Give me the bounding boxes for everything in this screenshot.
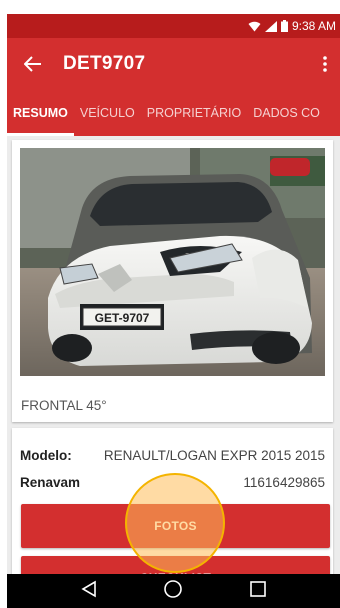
signal-icon bbox=[264, 20, 277, 32]
back-triangle-icon[interactable] bbox=[80, 580, 98, 603]
info-value-modelo: RENAULT/LOGAN EXPR 2015 2015 bbox=[103, 448, 325, 463]
info-value-renavam: 11616429865 bbox=[243, 475, 325, 490]
info-row-modelo: Modelo: RENAULT/LOGAN EXPR 2015 2015 bbox=[20, 448, 325, 463]
photo-card: GET-9707 FRONTAL 45° bbox=[12, 140, 333, 422]
photo-caption: FRONTAL 45° bbox=[21, 398, 107, 413]
recents-square-icon[interactable] bbox=[249, 580, 267, 603]
phone-screen: 9:38 AM DET9707 RESUMO VEÍCULO PROPRIETÁ… bbox=[7, 14, 340, 608]
tab-dados[interactable]: DADOS CO bbox=[247, 90, 326, 136]
plate-text: GET-9707 bbox=[95, 311, 150, 325]
status-time: 9:38 AM bbox=[291, 19, 336, 33]
vehicle-photo[interactable]: GET-9707 bbox=[20, 148, 325, 376]
battery-icon bbox=[280, 20, 288, 32]
arrow-back-icon[interactable] bbox=[7, 38, 59, 90]
system-nav-bar bbox=[7, 574, 340, 608]
app-bar: DET9707 bbox=[7, 38, 340, 90]
tab-proprietario[interactable]: PROPRIETÁRIO bbox=[141, 90, 247, 136]
info-key-modelo: Modelo: bbox=[20, 448, 72, 463]
tab-bar: RESUMO VEÍCULO PROPRIETÁRIO DADOS CO bbox=[7, 90, 340, 136]
tab-veiculo[interactable]: VEÍCULO bbox=[74, 90, 141, 136]
status-bar: 9:38 AM bbox=[7, 14, 340, 38]
touch-indicator bbox=[125, 473, 225, 573]
tab-resumo[interactable]: RESUMO bbox=[7, 90, 74, 136]
home-circle-icon[interactable] bbox=[163, 579, 183, 604]
more-vert-icon[interactable] bbox=[310, 38, 340, 90]
page-title: DET9707 bbox=[63, 53, 146, 74]
info-key-renavam: Renavam bbox=[20, 475, 81, 490]
screen: 9:38 AM DET9707 RESUMO VEÍCULO PROPRIETÁ… bbox=[0, 0, 340, 608]
wifi-icon bbox=[248, 21, 261, 32]
